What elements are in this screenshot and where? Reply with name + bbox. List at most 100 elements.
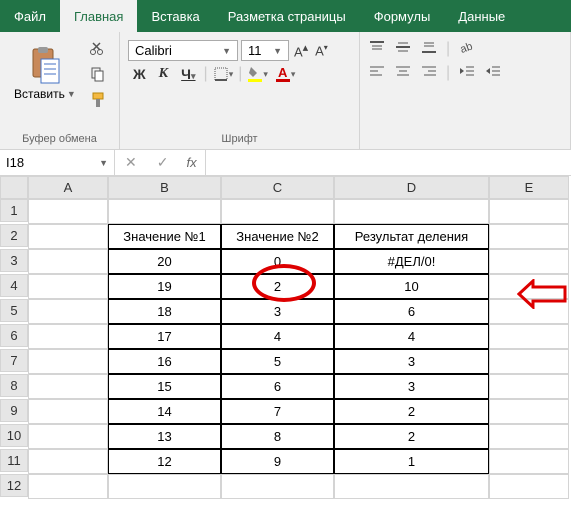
cell-A7[interactable] bbox=[28, 349, 108, 374]
cell-B3[interactable]: 20 bbox=[108, 249, 221, 274]
tab-data[interactable]: Данные bbox=[444, 0, 519, 32]
cell-C11[interactable]: 9 bbox=[221, 449, 334, 474]
tab-formulas[interactable]: Формулы bbox=[360, 0, 445, 32]
cell-E9[interactable] bbox=[489, 399, 569, 424]
cell-C2[interactable]: Значение №2 bbox=[221, 224, 334, 249]
font-size-select[interactable]: 11▼ bbox=[241, 40, 289, 61]
orientation-button[interactable]: ab bbox=[458, 40, 476, 54]
cell-D5[interactable]: 6 bbox=[334, 299, 489, 324]
cell-C1[interactable] bbox=[221, 199, 334, 224]
bold-button[interactable]: Ж bbox=[128, 65, 151, 83]
cell-B2[interactable]: Значение №1 bbox=[108, 224, 221, 249]
cell-E11[interactable] bbox=[489, 449, 569, 474]
cell-D1[interactable] bbox=[334, 199, 489, 224]
tab-layout[interactable]: Разметка страницы bbox=[214, 0, 360, 32]
cell-B7[interactable]: 16 bbox=[108, 349, 221, 374]
cell-E3[interactable] bbox=[489, 249, 569, 274]
decrease-indent-button[interactable] bbox=[458, 64, 476, 78]
cell-E1[interactable] bbox=[489, 199, 569, 224]
cell-B4[interactable]: 19 bbox=[108, 274, 221, 299]
cell-D7[interactable]: 3 bbox=[334, 349, 489, 374]
row-header-12[interactable]: 12 bbox=[0, 474, 28, 497]
cell-E6[interactable] bbox=[489, 324, 569, 349]
row-header-3[interactable]: 3 bbox=[0, 249, 28, 272]
select-all-corner[interactable] bbox=[0, 176, 28, 199]
column-header-C[interactable]: C bbox=[221, 176, 334, 199]
row-header-5[interactable]: 5 bbox=[0, 299, 28, 322]
cell-C3[interactable]: 0 bbox=[221, 249, 334, 274]
row-header-1[interactable]: 1 bbox=[0, 199, 28, 222]
row-header-2[interactable]: 2 bbox=[0, 224, 28, 247]
cell-A1[interactable] bbox=[28, 199, 108, 224]
cell-A3[interactable] bbox=[28, 249, 108, 274]
decrease-font-button[interactable]: A▾ bbox=[313, 43, 330, 58]
cell-A9[interactable] bbox=[28, 399, 108, 424]
cell-D10[interactable]: 2 bbox=[334, 424, 489, 449]
tab-home[interactable]: Главная bbox=[60, 0, 137, 32]
align-middle-button[interactable] bbox=[394, 40, 412, 54]
cell-C9[interactable]: 7 bbox=[221, 399, 334, 424]
cell-C4[interactable]: 2 bbox=[221, 274, 334, 299]
column-header-D[interactable]: D bbox=[334, 176, 489, 199]
tab-insert[interactable]: Вставка bbox=[137, 0, 213, 32]
cell-C7[interactable]: 5 bbox=[221, 349, 334, 374]
tab-file[interactable]: Файл bbox=[0, 0, 60, 32]
align-bottom-button[interactable] bbox=[420, 40, 438, 54]
cell-B9[interactable]: 14 bbox=[108, 399, 221, 424]
cell-B5[interactable]: 18 bbox=[108, 299, 221, 324]
font-name-select[interactable]: Calibri▼ bbox=[128, 40, 238, 61]
cell-D4[interactable]: 10 bbox=[334, 274, 489, 299]
increase-font-button[interactable]: A▴ bbox=[292, 41, 310, 59]
row-header-7[interactable]: 7 bbox=[0, 349, 28, 372]
row-header-9[interactable]: 9 bbox=[0, 399, 28, 422]
cell-C8[interactable]: 6 bbox=[221, 374, 334, 399]
cell-E8[interactable] bbox=[489, 374, 569, 399]
copy-button[interactable] bbox=[88, 64, 108, 84]
cell-E12[interactable] bbox=[489, 474, 569, 499]
italic-button[interactable]: К bbox=[154, 65, 174, 83]
cell-C6[interactable]: 4 bbox=[221, 324, 334, 349]
column-header-B[interactable]: B bbox=[108, 176, 221, 199]
font-color-button[interactable]: A▾ bbox=[273, 65, 298, 83]
row-header-8[interactable]: 8 bbox=[0, 374, 28, 397]
cell-D9[interactable]: 2 bbox=[334, 399, 489, 424]
borders-button[interactable]: ▾ bbox=[211, 66, 236, 82]
cell-D2[interactable]: Результат деления bbox=[334, 224, 489, 249]
cell-A4[interactable] bbox=[28, 274, 108, 299]
paste-button[interactable]: Вставить▼ bbox=[8, 36, 82, 112]
cell-C5[interactable]: 3 bbox=[221, 299, 334, 324]
row-header-10[interactable]: 10 bbox=[0, 424, 28, 447]
cell-A6[interactable] bbox=[28, 324, 108, 349]
cell-B6[interactable]: 17 bbox=[108, 324, 221, 349]
cell-B12[interactable] bbox=[108, 474, 221, 499]
name-box[interactable]: I18▼ bbox=[0, 150, 115, 175]
cell-E2[interactable] bbox=[489, 224, 569, 249]
row-header-6[interactable]: 6 bbox=[0, 324, 28, 347]
align-center-button[interactable] bbox=[394, 64, 412, 78]
cell-B8[interactable]: 15 bbox=[108, 374, 221, 399]
cell-D3[interactable]: #ДЕЛ/0! bbox=[334, 249, 489, 274]
cell-E4[interactable] bbox=[489, 274, 569, 299]
cell-D8[interactable]: 3 bbox=[334, 374, 489, 399]
cell-D12[interactable] bbox=[334, 474, 489, 499]
cell-B11[interactable]: 12 bbox=[108, 449, 221, 474]
cell-B10[interactable]: 13 bbox=[108, 424, 221, 449]
enter-formula-button[interactable]: ✓ bbox=[147, 154, 179, 171]
row-header-11[interactable]: 11 bbox=[0, 449, 28, 472]
fill-color-button[interactable]: ▾ bbox=[245, 65, 270, 83]
cancel-formula-button[interactable]: ✕ bbox=[115, 154, 147, 171]
cell-E7[interactable] bbox=[489, 349, 569, 374]
cell-C10[interactable]: 8 bbox=[221, 424, 334, 449]
row-header-4[interactable]: 4 bbox=[0, 274, 28, 297]
cell-E5[interactable] bbox=[489, 299, 569, 324]
cell-A5[interactable] bbox=[28, 299, 108, 324]
align-top-button[interactable] bbox=[368, 40, 386, 54]
increase-indent-button[interactable] bbox=[484, 64, 502, 78]
cell-A11[interactable] bbox=[28, 449, 108, 474]
cell-A12[interactable] bbox=[28, 474, 108, 499]
cell-C12[interactable] bbox=[221, 474, 334, 499]
align-right-button[interactable] bbox=[420, 64, 438, 78]
cell-B1[interactable] bbox=[108, 199, 221, 224]
column-header-E[interactable]: E bbox=[489, 176, 569, 199]
cell-A8[interactable] bbox=[28, 374, 108, 399]
